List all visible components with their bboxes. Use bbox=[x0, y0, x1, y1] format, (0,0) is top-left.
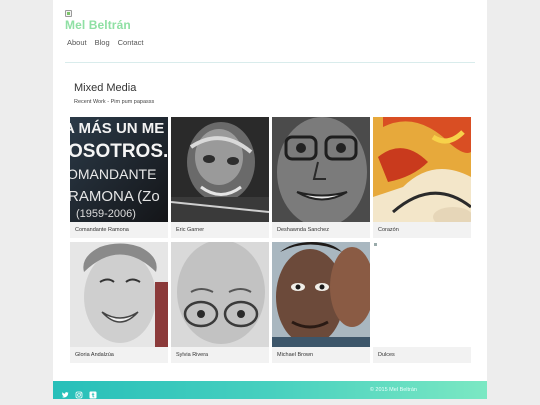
artwork-image[interactable] bbox=[272, 242, 370, 347]
artwork-image[interactable] bbox=[373, 117, 471, 222]
artwork-image[interactable] bbox=[272, 117, 370, 222]
thumb-text-line: (1959-2006) bbox=[76, 208, 136, 220]
gallery-caption[interactable]: Gloria Andalzúa bbox=[75, 352, 114, 358]
nav-item-blog[interactable]: Blog bbox=[95, 38, 110, 47]
gallery-caption[interactable]: Deshawnda Sanchez bbox=[277, 227, 329, 233]
site-title[interactable]: Mel Beltrán bbox=[65, 18, 131, 32]
site-header: Mel Beltrán bbox=[65, 10, 131, 32]
thumb-text-line: OMANDANTE bbox=[70, 166, 156, 182]
gallery-caption[interactable]: Dulces bbox=[378, 352, 395, 358]
nav-item-contact[interactable]: Contact bbox=[118, 38, 144, 47]
broken-image-icon bbox=[65, 10, 72, 17]
tumblr-icon[interactable] bbox=[89, 386, 97, 399]
gallery-item[interactable]: Deshawnda Sanchez bbox=[272, 117, 370, 238]
artwork-image[interactable] bbox=[171, 242, 269, 347]
gallery-caption[interactable]: Michael Brown bbox=[277, 352, 313, 358]
gallery-item[interactable]: Eric Garner bbox=[171, 117, 269, 238]
nav-item-about[interactable]: About bbox=[67, 38, 87, 47]
section-title: Mixed Media bbox=[74, 82, 137, 94]
artwork-image[interactable] bbox=[171, 117, 269, 222]
section-subtitle: Recent Work - Pim pum papasss bbox=[74, 99, 155, 105]
social-links bbox=[61, 386, 97, 399]
instagram-icon[interactable] bbox=[75, 386, 83, 399]
gallery-item[interactable]: Dulces bbox=[373, 242, 471, 363]
gallery-item[interactable]: Michael Brown bbox=[272, 242, 370, 363]
artwork-image[interactable] bbox=[373, 242, 471, 347]
gallery-caption[interactable]: Corazón bbox=[378, 227, 399, 233]
thumb-text-line: OSOTROS.' bbox=[70, 141, 168, 162]
thumb-text-line: RAMONA (Zo bbox=[70, 188, 160, 205]
gallery-item[interactable]: Corazón bbox=[373, 117, 471, 238]
site-footer: © 2015 Mel Beltrán bbox=[53, 381, 487, 399]
gallery-item[interactable]: Gloria Andalzúa bbox=[70, 242, 168, 363]
gallery-caption[interactable]: Eric Garner bbox=[176, 227, 204, 233]
twitter-icon[interactable] bbox=[61, 386, 69, 398]
footer-copyright: © 2015 Mel Beltrán bbox=[369, 387, 417, 393]
broken-image-icon bbox=[374, 243, 377, 246]
gallery-item[interactable]: A MÁS UN ME OSOTROS.' OMANDANTE RAMONA (… bbox=[70, 117, 168, 238]
main-nav: About Blog Contact bbox=[67, 38, 143, 47]
page-container: Mel Beltrán About Blog Contact Mixed Med… bbox=[53, 0, 487, 383]
gallery-item[interactable]: Sylvia Rivera bbox=[171, 242, 269, 363]
thumb-text-line: A MÁS UN ME bbox=[70, 120, 164, 137]
gallery-caption[interactable]: Comandante Ramona bbox=[75, 227, 129, 233]
artwork-image[interactable]: A MÁS UN ME OSOTROS.' OMANDANTE RAMONA (… bbox=[70, 117, 168, 222]
gallery-caption[interactable]: Sylvia Rivera bbox=[176, 352, 208, 358]
header-divider bbox=[65, 62, 475, 63]
artwork-image[interactable] bbox=[70, 242, 168, 347]
